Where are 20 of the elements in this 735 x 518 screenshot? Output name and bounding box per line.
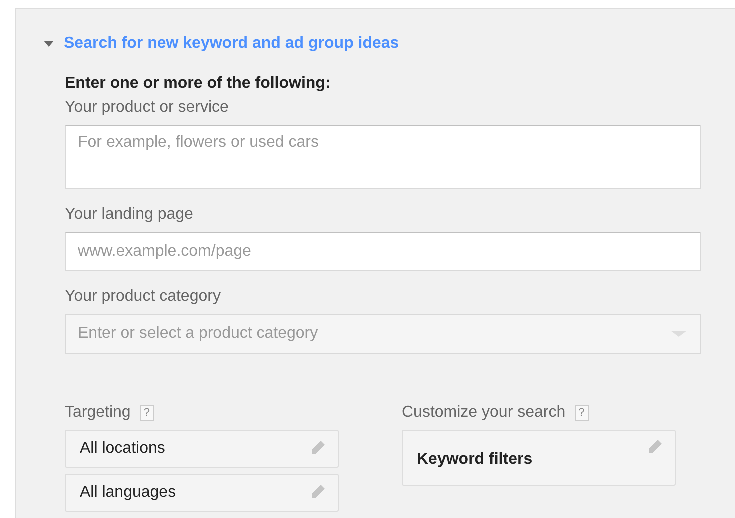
pencil-icon[interactable] [647,439,663,455]
field-label: Your landing page [65,206,194,224]
setting-row[interactable]: All locations [65,430,339,468]
input-field[interactable]: For example, flowers or used cars [65,125,701,189]
category-field[interactable]: Enter or select a product category [65,314,701,354]
form-heading: Enter one or more of the following: [65,75,332,93]
collapse-icon[interactable] [44,41,54,47]
input-field[interactable]: www.example.com/page [65,232,701,271]
dropdown-arrow-icon [671,331,687,337]
pencil-icon[interactable] [310,484,326,500]
pencil-icon[interactable] [310,440,326,456]
field-label: Your product category [65,288,222,306]
column-title: Customize your search [402,404,566,422]
setting-label: All languages [80,484,176,502]
setting-row[interactable]: Keyword filters [402,430,676,486]
setting-row[interactable]: All languages [65,474,339,512]
column-title: Targeting [65,404,131,422]
setting-label: Keyword filters [417,451,533,469]
field-label: Your product or service [65,99,230,117]
setting-label: All locations [80,440,166,458]
